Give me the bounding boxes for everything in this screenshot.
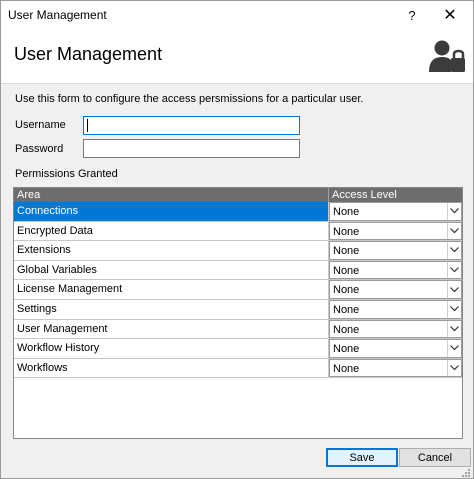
text-caret (87, 119, 88, 132)
header-divider (1, 83, 473, 84)
table-row[interactable]: Workflow History None (14, 339, 462, 359)
save-button[interactable]: Save (326, 448, 398, 467)
username-label: Username (15, 119, 66, 131)
title-bar: User Management ? ✕ (1, 1, 473, 30)
access-level-value: None (333, 323, 360, 336)
area-cell[interactable]: Extensions (14, 241, 329, 260)
grid-header: Area Access Level (14, 188, 462, 202)
access-level-select[interactable]: None (329, 300, 462, 319)
area-cell[interactable]: Connections (14, 202, 329, 221)
chevron-down-icon[interactable] (447, 261, 461, 279)
chevron-down-icon[interactable] (447, 359, 461, 377)
chevron-down-icon[interactable] (447, 281, 461, 298)
header-panel: User Management (1, 30, 473, 83)
username-input[interactable] (83, 116, 300, 135)
table-row[interactable]: Extensions None (14, 241, 462, 261)
chevron-down-icon[interactable] (447, 242, 461, 259)
page-title: User Management (14, 44, 163, 64)
table-row[interactable]: Workflows None (14, 358, 462, 379)
area-cell[interactable]: Global Variables (14, 260, 329, 280)
area-cell[interactable]: User Management (14, 319, 329, 339)
access-level-value: None (333, 264, 360, 277)
password-label-text: Password (15, 143, 64, 155)
table-row[interactable]: Connections None (14, 202, 462, 222)
password-input[interactable] (83, 139, 300, 158)
access-level-value: None (333, 284, 360, 297)
permissions-label: Permissions Granted (15, 168, 118, 180)
column-header-area[interactable]: Area (17, 189, 40, 201)
table-row[interactable]: Encrypted Data None (14, 221, 462, 242)
area-cell[interactable]: Settings (14, 300, 329, 319)
chevron-down-icon[interactable] (447, 203, 461, 220)
access-level-select[interactable]: None (329, 260, 462, 280)
cancel-button[interactable]: Cancel (399, 448, 471, 467)
area-cell[interactable]: Workflow History (14, 339, 329, 358)
area-cell[interactable]: Workflows (14, 358, 329, 378)
access-level-value: None (333, 343, 360, 356)
form-instructions: Use this form to configure the access pe… (15, 93, 364, 105)
area-cell[interactable]: Encrypted Data (14, 221, 329, 241)
column-separator[interactable] (328, 188, 329, 202)
table-row[interactable]: Global Variables None (14, 260, 462, 281)
user-management-dialog: User Management ? ✕ User Management Use … (0, 0, 474, 479)
help-button[interactable]: ? (397, 1, 427, 30)
chevron-down-icon[interactable] (447, 222, 461, 240)
access-level-value: None (333, 304, 360, 316)
table-row[interactable]: License Management None (14, 280, 462, 300)
access-level-select[interactable]: None (329, 319, 462, 339)
chevron-down-icon[interactable] (447, 320, 461, 338)
access-level-value: None (333, 245, 360, 258)
chevron-down-icon[interactable] (447, 340, 461, 357)
window-title: User Management (8, 8, 107, 22)
save-button-label: Save (349, 451, 375, 464)
access-level-value: None (333, 206, 360, 218)
access-level-select[interactable]: None (329, 241, 462, 260)
username-label-text: Username (15, 119, 66, 131)
access-level-select[interactable]: None (329, 358, 462, 378)
cancel-button-label: Cancel (417, 451, 453, 464)
table-row[interactable]: Settings None (14, 300, 462, 320)
access-level-value: None (333, 362, 360, 375)
area-cell[interactable]: License Management (14, 280, 329, 299)
access-level-select[interactable]: None (329, 221, 462, 241)
password-label: Password (15, 143, 63, 155)
permissions-grid[interactable]: Area Access Level Connections None Encrypt… (13, 187, 463, 439)
chevron-down-icon[interactable] (447, 301, 461, 318)
access-level-select[interactable]: None (329, 202, 462, 221)
user-lock-icon (429, 40, 465, 72)
table-row[interactable]: User Management None (14, 319, 462, 340)
access-level-select[interactable]: None (329, 339, 462, 358)
access-level-select[interactable]: None (329, 280, 462, 299)
resize-grip-icon[interactable] (461, 468, 471, 478)
close-button[interactable]: ✕ (427, 1, 473, 30)
access-level-value: None (333, 225, 360, 238)
column-header-access-level[interactable]: Access Level (332, 189, 397, 201)
